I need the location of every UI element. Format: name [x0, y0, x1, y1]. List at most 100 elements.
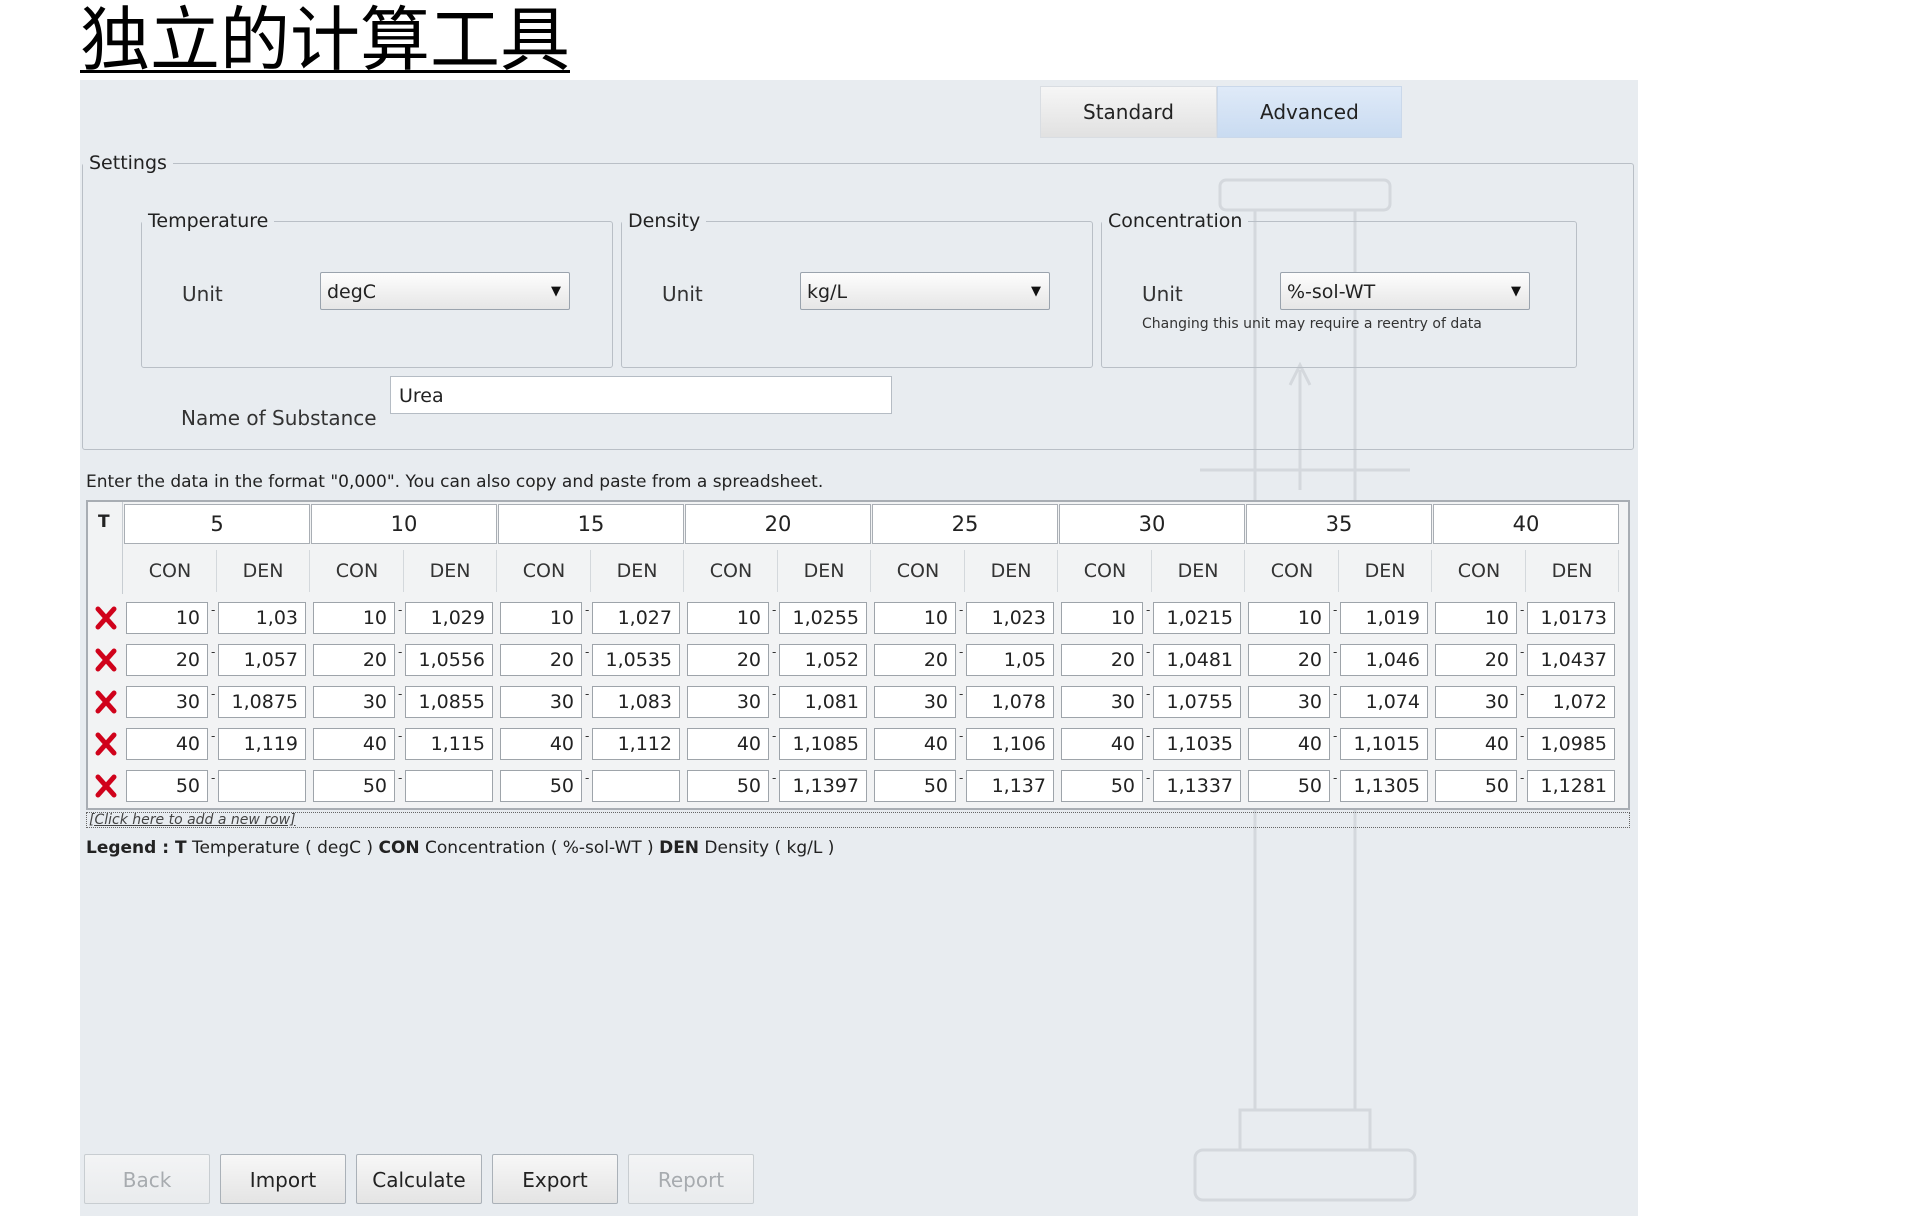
den-cell[interactable]: 1,0985: [1527, 728, 1615, 760]
den-cell[interactable]: 1,1281: [1527, 770, 1615, 802]
den-cell[interactable]: 1,0215: [1153, 602, 1241, 634]
con-cell[interactable]: 10: [1435, 602, 1517, 634]
con-cell[interactable]: 20: [126, 644, 208, 676]
con-cell[interactable]: 10: [1248, 602, 1330, 634]
den-cell[interactable]: 1,072: [1527, 686, 1615, 718]
delete-row-icon[interactable]: [94, 688, 118, 716]
den-cell[interactable]: 1,0481: [1153, 644, 1241, 676]
con-cell[interactable]: 40: [313, 728, 395, 760]
den-cell[interactable]: [218, 770, 306, 802]
export-button[interactable]: Export: [492, 1154, 618, 1204]
den-cell[interactable]: 1,027: [592, 602, 680, 634]
con-cell[interactable]: 30: [1248, 686, 1330, 718]
con-cell[interactable]: 20: [687, 644, 769, 676]
den-cell[interactable]: 1,023: [966, 602, 1054, 634]
den-cell[interactable]: 1,137: [966, 770, 1054, 802]
cell-separator: -: [1520, 771, 1525, 785]
con-cell[interactable]: 40: [1061, 728, 1143, 760]
substance-name-input[interactable]: Urea: [390, 376, 892, 414]
den-cell[interactable]: 1,057: [218, 644, 306, 676]
con-cell[interactable]: 50: [313, 770, 395, 802]
con-cell[interactable]: 50: [1248, 770, 1330, 802]
den-cell[interactable]: 1,019: [1340, 602, 1428, 634]
den-cell[interactable]: 1,0556: [405, 644, 493, 676]
den-cell[interactable]: 1,1015: [1340, 728, 1428, 760]
con-cell[interactable]: 20: [1061, 644, 1143, 676]
cell-separator: -: [585, 771, 590, 785]
con-cell[interactable]: 20: [1435, 644, 1517, 676]
con-cell[interactable]: 30: [874, 686, 956, 718]
import-button[interactable]: Import: [220, 1154, 346, 1204]
con-cell[interactable]: 10: [874, 602, 956, 634]
con-cell[interactable]: 30: [687, 686, 769, 718]
den-cell[interactable]: 1,0875: [218, 686, 306, 718]
back-button[interactable]: Back: [84, 1154, 210, 1204]
con-cell[interactable]: 30: [1435, 686, 1517, 718]
cell-separator: -: [772, 687, 777, 701]
con-cell[interactable]: 30: [313, 686, 395, 718]
con-cell[interactable]: 50: [1435, 770, 1517, 802]
con-cell[interactable]: 20: [313, 644, 395, 676]
con-cell[interactable]: 40: [1435, 728, 1517, 760]
delete-row-icon[interactable]: [94, 730, 118, 758]
calculate-button[interactable]: Calculate: [356, 1154, 482, 1204]
tab-standard[interactable]: Standard: [1040, 86, 1217, 138]
con-cell[interactable]: 20: [500, 644, 582, 676]
con-cell[interactable]: 20: [874, 644, 956, 676]
con-cell[interactable]: 50: [687, 770, 769, 802]
con-cell[interactable]: 10: [687, 602, 769, 634]
con-cell[interactable]: 50: [1061, 770, 1143, 802]
den-cell[interactable]: 1,0535: [592, 644, 680, 676]
den-cell[interactable]: 1,115: [405, 728, 493, 760]
den-cell[interactable]: 1,0855: [405, 686, 493, 718]
density-unit-select[interactable]: kg/L ▼: [800, 272, 1050, 310]
den-cell[interactable]: 1,083: [592, 686, 680, 718]
den-cell[interactable]: 1,05: [966, 644, 1054, 676]
add-row-link[interactable]: [Click here to add a new row]: [86, 812, 1630, 828]
den-cell[interactable]: 1,0437: [1527, 644, 1615, 676]
den-cell[interactable]: 1,1337: [1153, 770, 1241, 802]
delete-row-icon[interactable]: [94, 646, 118, 674]
den-cell[interactable]: 1,03: [218, 602, 306, 634]
den-cell[interactable]: 1,0755: [1153, 686, 1241, 718]
temperature-unit-select[interactable]: degC ▼: [320, 272, 570, 310]
con-cell[interactable]: 40: [1248, 728, 1330, 760]
den-cell[interactable]: 1,0173: [1527, 602, 1615, 634]
den-cell[interactable]: [592, 770, 680, 802]
report-button[interactable]: Report: [628, 1154, 754, 1204]
den-cell[interactable]: 1,106: [966, 728, 1054, 760]
den-cell[interactable]: 1,052: [779, 644, 867, 676]
con-cell[interactable]: 10: [313, 602, 395, 634]
den-cell[interactable]: [405, 770, 493, 802]
den-cell[interactable]: 1,112: [592, 728, 680, 760]
den-cell[interactable]: 1,119: [218, 728, 306, 760]
den-cell[interactable]: 1,1085: [779, 728, 867, 760]
tab-advanced[interactable]: Advanced: [1217, 86, 1402, 138]
con-cell[interactable]: 20: [1248, 644, 1330, 676]
den-cell[interactable]: 1,046: [1340, 644, 1428, 676]
delete-row-icon[interactable]: [94, 604, 118, 632]
con-cell[interactable]: 40: [126, 728, 208, 760]
concentration-unit-select[interactable]: %-sol-WT ▼: [1280, 272, 1530, 310]
con-cell[interactable]: 40: [687, 728, 769, 760]
con-cell[interactable]: 30: [500, 686, 582, 718]
con-cell[interactable]: 10: [500, 602, 582, 634]
con-cell[interactable]: 30: [126, 686, 208, 718]
con-cell[interactable]: 50: [126, 770, 208, 802]
den-cell[interactable]: 1,078: [966, 686, 1054, 718]
con-cell[interactable]: 10: [126, 602, 208, 634]
con-cell[interactable]: 10: [1061, 602, 1143, 634]
con-cell[interactable]: 30: [1061, 686, 1143, 718]
delete-row-icon[interactable]: [94, 772, 118, 800]
den-cell[interactable]: 1,029: [405, 602, 493, 634]
con-cell[interactable]: 50: [500, 770, 582, 802]
den-cell[interactable]: 1,0255: [779, 602, 867, 634]
den-cell[interactable]: 1,1305: [1340, 770, 1428, 802]
den-cell[interactable]: 1,081: [779, 686, 867, 718]
den-cell[interactable]: 1,1035: [1153, 728, 1241, 760]
con-cell[interactable]: 40: [874, 728, 956, 760]
con-cell[interactable]: 40: [500, 728, 582, 760]
den-cell[interactable]: 1,1397: [779, 770, 867, 802]
den-cell[interactable]: 1,074: [1340, 686, 1428, 718]
con-cell[interactable]: 50: [874, 770, 956, 802]
